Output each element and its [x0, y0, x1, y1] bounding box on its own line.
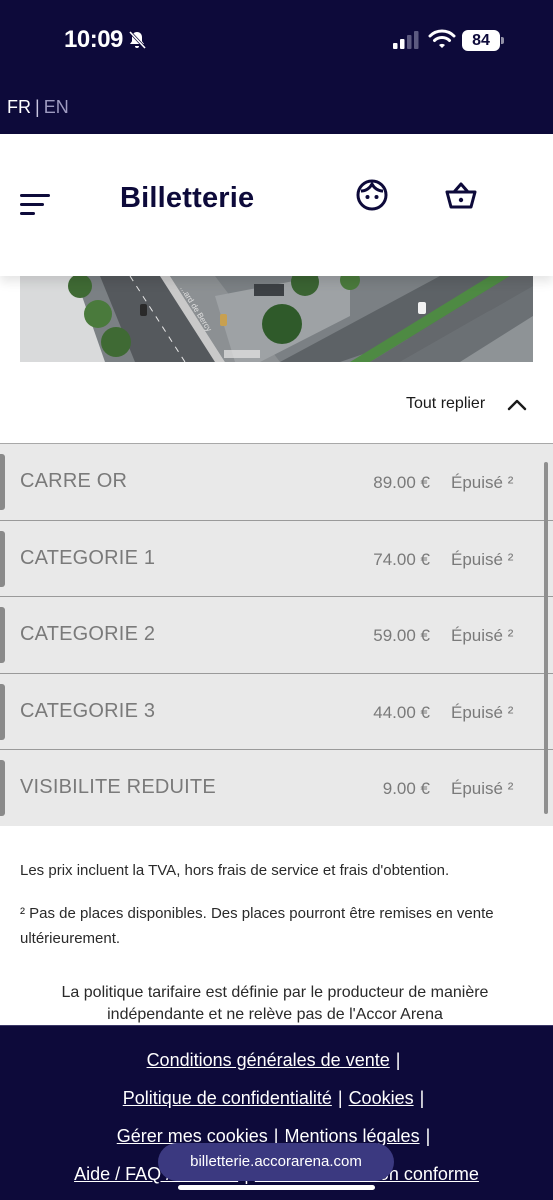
row-accent-bar	[0, 454, 5, 510]
browser-url-bar[interactable]: billetterie.accorarena.com	[158, 1143, 394, 1181]
footer-separator: |	[425, 1126, 431, 1146]
lang-separator: |	[35, 97, 40, 117]
footer-line-2: Politique de confidentialité | Cookies |	[0, 1088, 553, 1109]
vat-note: Les prix incluent la TVA, hors frais de …	[20, 862, 450, 879]
cgv-link[interactable]: Conditions générales de vente	[147, 1050, 390, 1070]
price-row-categorie-3[interactable]: CATEGORIE 3 44.00 € Épuisé ²	[0, 674, 553, 751]
category-status: Épuisé ²	[451, 702, 514, 722]
language-bar: FR | EN	[0, 82, 553, 134]
venue-aerial-image: ...ard de Bercy	[20, 276, 533, 362]
aerial-road-illustration: ...ard de Bercy	[20, 276, 533, 362]
status-bar: 10:09 84	[0, 0, 553, 82]
category-name: CARRE OR	[20, 470, 128, 492]
row-accent-bar	[0, 683, 5, 740]
category-status: Épuisé ²	[451, 626, 514, 646]
category-status: Épuisé ²	[451, 473, 514, 492]
category-name: CATEGORIE 1	[20, 546, 156, 569]
row-accent-bar	[0, 760, 5, 817]
category-price: 44.00 €	[373, 702, 430, 722]
battery-tip	[501, 37, 504, 44]
category-price: 74.00 €	[373, 549, 430, 569]
row-accent-bar	[0, 530, 5, 587]
price-notes: Les prix incluent la TVA, hors frais de …	[20, 858, 520, 969]
lang-fr-link[interactable]: FR	[7, 97, 31, 117]
collapse-all-label[interactable]: Tout replier	[406, 395, 485, 413]
signal-icon	[393, 31, 419, 49]
category-price: 59.00 €	[373, 626, 430, 646]
basket-icon[interactable]	[445, 182, 477, 210]
brand-title[interactable]: Billetterie	[120, 182, 254, 215]
list-scrollbar[interactable]	[544, 462, 548, 814]
privacy-link[interactable]: Politique de confidentialité	[123, 1088, 332, 1108]
language-switcher: FR | EN	[7, 97, 69, 118]
status-time: 10:09	[64, 26, 123, 53]
category-name: CATEGORIE 2	[20, 623, 156, 646]
price-row-visibilite-reduite[interactable]: VISIBILITE REDUITE 9.00 € Épuisé ²	[0, 750, 553, 827]
footer-separator: |	[419, 1088, 425, 1108]
category-status: Épuisé ²	[451, 779, 514, 799]
price-row-categorie-1[interactable]: CATEGORIE 1 74.00 € Épuisé ²	[0, 521, 553, 598]
home-indicator[interactable]	[178, 1185, 375, 1190]
bell-muted-icon	[128, 30, 147, 50]
account-icon[interactable]	[355, 178, 389, 212]
collapse-all-row[interactable]: Tout replier	[0, 388, 553, 422]
battery-level: 84	[462, 30, 500, 51]
category-name: VISIBILITE REDUITE	[20, 776, 216, 799]
site-header: Billetterie	[0, 134, 553, 276]
battery-indicator: 84	[462, 30, 504, 51]
category-name: CATEGORIE 3	[20, 699, 156, 722]
price-row-carre-or[interactable]: CARRE OR 89.00 € Épuisé ²	[0, 444, 553, 521]
category-price: 89.00 €	[373, 473, 430, 492]
footer-separator: |	[337, 1088, 343, 1108]
wifi-icon	[428, 29, 456, 48]
lang-en-link[interactable]: EN	[44, 97, 69, 117]
price-row-categorie-2[interactable]: CATEGORIE 2 59.00 € Épuisé ²	[0, 597, 553, 674]
availability-note: ² Pas de places disponibles. Des places …	[20, 905, 494, 947]
pricing-policy-text: La politique tarifaire est définie par l…	[61, 984, 489, 1023]
price-category-list: CARRE OR 89.00 € Épuisé ² CATEGORIE 1 74…	[0, 443, 553, 826]
footer-line-1: Conditions générales de vente |	[0, 1050, 553, 1071]
hamburger-menu-icon[interactable]	[20, 192, 50, 216]
row-accent-bar	[0, 607, 5, 664]
footer-separator: |	[395, 1050, 401, 1070]
category-price: 9.00 €	[382, 779, 430, 799]
chevron-up-icon[interactable]	[507, 397, 527, 411]
category-status: Épuisé ²	[451, 549, 514, 569]
cookies-link[interactable]: Cookies	[349, 1088, 414, 1108]
